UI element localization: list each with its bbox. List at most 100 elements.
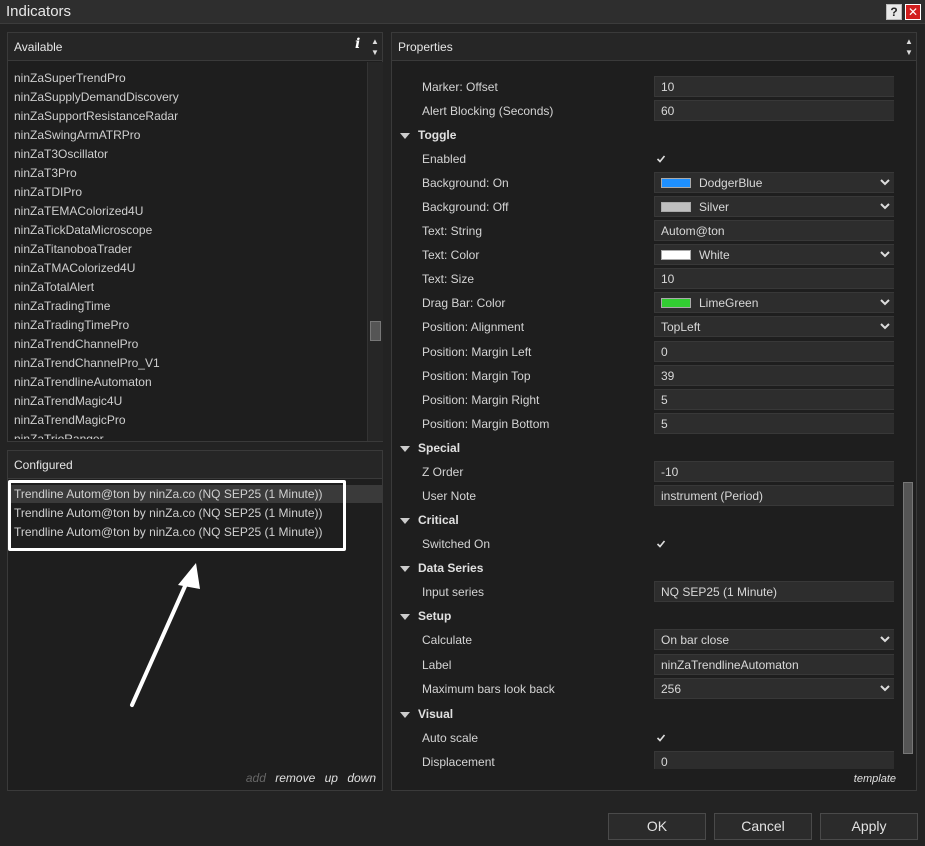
property-row: Label ninZaTrendlineAutomaton (392, 653, 894, 677)
template-link[interactable]: template (854, 773, 896, 785)
available-item[interactable]: ninZaSwingArmATRPro (8, 126, 366, 145)
chevron-down-icon[interactable] (879, 319, 891, 333)
collapse-triangle-icon[interactable] (400, 132, 410, 139)
color-picker[interactable]: LimeGreen (654, 292, 894, 313)
property-value-field[interactable]: -10 (654, 461, 894, 482)
property-value-field[interactable]: 5 (654, 413, 894, 434)
property-value-field[interactable]: 0 (654, 341, 894, 362)
available-item[interactable]: ninZaTradingTimePro (8, 316, 366, 335)
add-link[interactable]: add (246, 771, 266, 785)
available-item[interactable]: ninZaSuperTrendPro (8, 69, 366, 88)
available-item[interactable]: ninZaTEMAColorized4U (8, 202, 366, 221)
available-item[interactable]: ninZaTradingTime (8, 297, 366, 316)
collapse-triangle-icon[interactable] (400, 613, 410, 620)
chevron-down-icon[interactable] (879, 632, 891, 646)
scroll-down-icon[interactable]: ▼ (370, 47, 380, 58)
close-button[interactable]: ✕ (905, 4, 921, 20)
dropdown[interactable]: TopLeft (654, 316, 894, 337)
property-value-field[interactable]: instrument (Period) (654, 485, 894, 506)
available-item[interactable]: ninZaTotalAlert (8, 278, 366, 297)
scroll-up-icon[interactable]: ▲ (904, 36, 914, 47)
property-value-field[interactable]: Autom@ton (654, 220, 894, 241)
category-label[interactable]: Setup (400, 609, 451, 623)
properties-scrollbar[interactable] (900, 62, 916, 767)
property-label: Position: Margin Left (422, 345, 532, 359)
checkbox[interactable] (656, 153, 666, 163)
available-item[interactable]: ninZaTrioRanger (8, 430, 366, 439)
available-scrollbar-thumb[interactable] (370, 321, 381, 341)
color-picker[interactable]: Silver (654, 196, 894, 217)
property-value-field[interactable]: 10 (654, 268, 894, 289)
property-row: Auto scale (392, 726, 894, 750)
available-item[interactable]: ninZaTrendChannelPro (8, 335, 366, 354)
category-label[interactable]: Toggle (400, 128, 456, 142)
dropdown[interactable]: On bar close (654, 629, 894, 650)
available-item[interactable]: ninZaTrendMagicPro (8, 411, 366, 430)
available-item[interactable]: ninZaTickDataMicroscope (8, 221, 366, 240)
dropdown[interactable]: 256 (654, 678, 894, 699)
property-row: Enabled (392, 147, 894, 171)
scroll-up-icon[interactable]: ▲ (370, 36, 380, 47)
scroll-down-icon[interactable]: ▼ (904, 47, 914, 58)
available-item[interactable]: ninZaT3Pro (8, 164, 366, 183)
property-value: 39 (661, 369, 675, 383)
chevron-down-icon[interactable] (879, 295, 891, 309)
available-item[interactable]: ninZaT3Oscillator (8, 145, 366, 164)
checkbox[interactable] (656, 538, 666, 548)
available-scrollbar[interactable] (367, 62, 383, 441)
property-value-field[interactable]: 10 (654, 76, 894, 97)
property-label: Switched On (422, 537, 491, 551)
properties-scroll-arrows[interactable]: ▲ ▼ (904, 36, 914, 58)
property-value-field[interactable]: 39 (654, 365, 894, 386)
category-label[interactable]: Special (400, 441, 460, 455)
collapse-triangle-icon[interactable] (400, 517, 410, 524)
color-picker[interactable]: DodgerBlue (654, 172, 894, 193)
property-value-field[interactable]: ninZaTrendlineAutomaton (654, 654, 894, 675)
property-row: Position: Margin Left 0 (392, 340, 894, 364)
chevron-down-icon[interactable] (879, 247, 891, 261)
category-text: Data Series (418, 561, 484, 575)
category-label[interactable]: Visual (400, 707, 453, 721)
chevron-down-icon[interactable] (879, 681, 891, 695)
properties-header-label: Properties (398, 40, 453, 54)
header-scroll-arrows[interactable]: ▲ ▼ (370, 36, 380, 58)
info-icon[interactable]: i (355, 36, 360, 52)
collapse-triangle-icon[interactable] (400, 445, 410, 452)
available-item[interactable]: ninZaTitanoboaTrader (8, 240, 366, 259)
available-item[interactable]: ninZaTrendlineAutomaton (8, 373, 366, 392)
property-value-field[interactable]: 5 (654, 389, 894, 410)
checkbox[interactable] (656, 732, 666, 742)
chevron-down-icon[interactable] (879, 199, 891, 213)
down-link[interactable]: down (347, 771, 376, 785)
properties-scrollbar-thumb[interactable] (903, 482, 913, 754)
property-value-field[interactable]: 0 (654, 751, 894, 769)
property-value-field[interactable]: 60 (654, 100, 894, 121)
up-link[interactable]: up (325, 771, 338, 785)
highlight-box (8, 480, 346, 551)
color-picker[interactable]: White (654, 244, 894, 265)
available-header: Available i ▲ ▼ (8, 33, 382, 61)
cancel-button[interactable]: Cancel (714, 813, 812, 840)
available-item[interactable]: ninZaSupportResistanceRadar (8, 107, 366, 126)
property-category: Visual (392, 702, 894, 726)
collapse-triangle-icon[interactable] (400, 565, 410, 572)
available-item[interactable]: ninZaTMAColorized4U (8, 259, 366, 278)
chevron-down-icon[interactable] (879, 175, 891, 189)
category-label[interactable]: Critical (400, 513, 459, 527)
available-item[interactable]: ninZaTrendChannelPro_V1 (8, 354, 366, 373)
properties-grid[interactable]: Marker: Offset 10 Alert Blocking (Seconds)… (392, 69, 894, 769)
property-row: Switched On (392, 532, 894, 556)
available-item[interactable]: ninZaTrendMagic4U (8, 392, 366, 411)
collapse-triangle-icon[interactable] (400, 711, 410, 718)
help-button[interactable]: ? (886, 4, 902, 20)
apply-button[interactable]: Apply (820, 813, 918, 840)
category-label[interactable]: Data Series (400, 561, 483, 575)
remove-link[interactable]: remove (275, 771, 315, 785)
available-item[interactable]: ninZaTDIPro (8, 183, 366, 202)
property-value-field[interactable]: NQ SEP25 (1 Minute) (654, 581, 894, 602)
available-list[interactable]: ninZaSuperTrendPro ninZaSupplyDemandDisco… (8, 69, 366, 439)
ok-button[interactable]: OK (608, 813, 706, 840)
available-item[interactable]: ninZaSupplyDemandDiscovery (8, 88, 366, 107)
property-row: Marker: Offset 10 (392, 75, 894, 99)
property-label: Position: Margin Top (422, 369, 531, 383)
